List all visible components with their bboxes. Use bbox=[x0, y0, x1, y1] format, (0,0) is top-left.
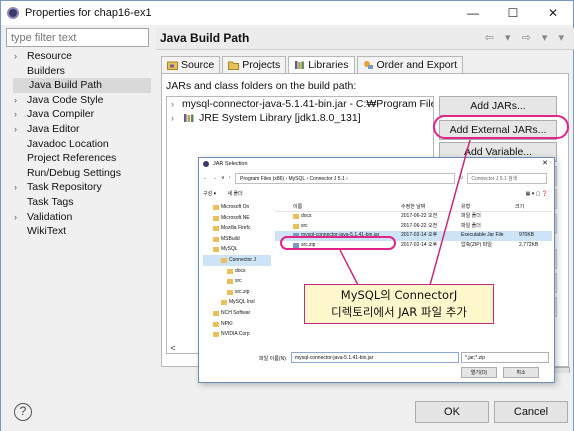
callout-line-2: 디렉토리에서 JAR 파일 추가 bbox=[331, 305, 467, 319]
callout-line-1: MySQL의 ConnectorJ bbox=[340, 288, 458, 302]
callout-leaders bbox=[339, 139, 471, 286]
annotation-callout: MySQL의 ConnectorJ 디렉토리에서 JAR 파일 추가 bbox=[304, 284, 494, 324]
